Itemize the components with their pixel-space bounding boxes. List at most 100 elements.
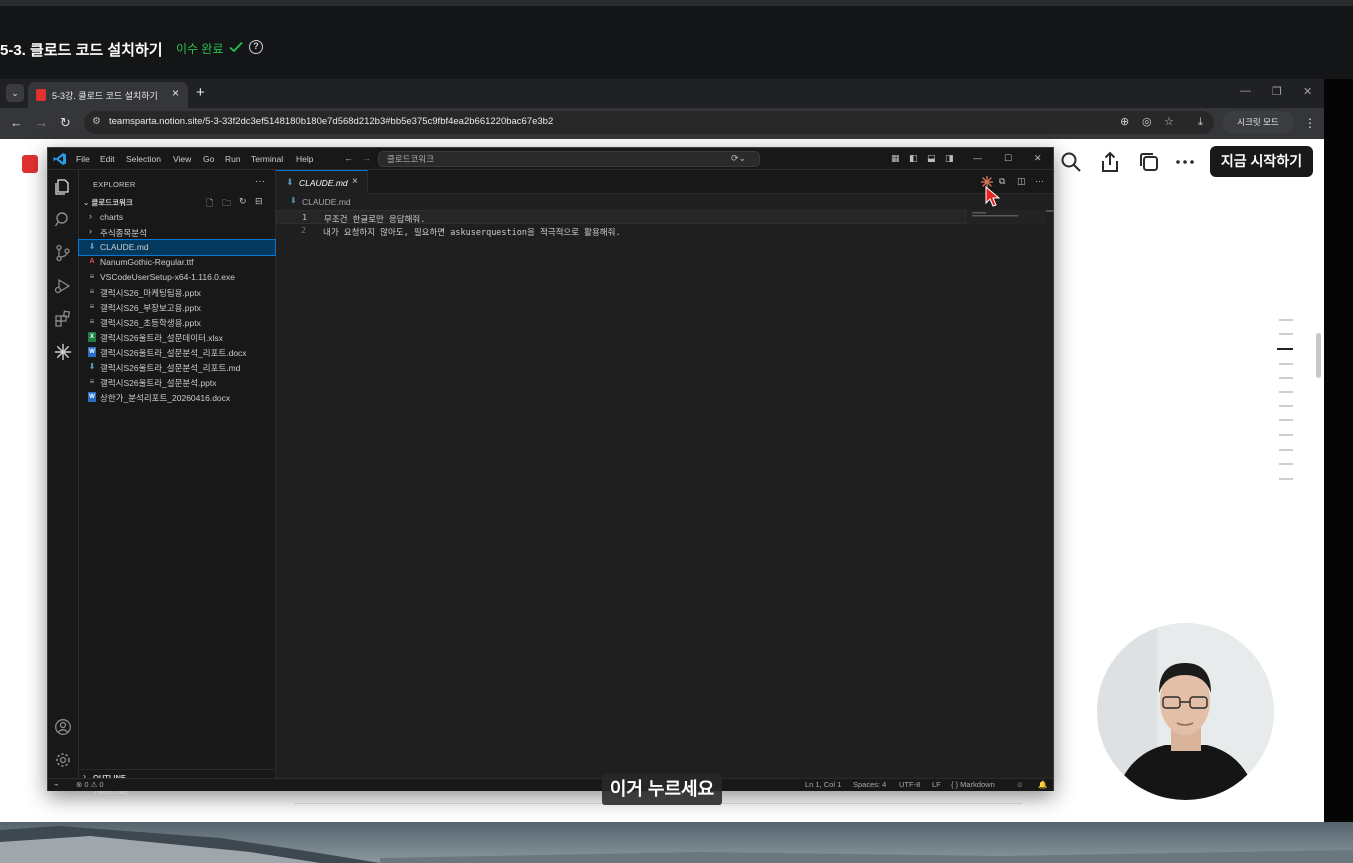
toc-item[interactable]	[1279, 319, 1293, 321]
tree-file[interactable]: ≡ 갤럭시S26울트라_설문분석.pptx	[79, 375, 275, 390]
collapse-all-icon[interactable]: ⊟	[255, 196, 263, 207]
scrollbar-thumb[interactable]	[1316, 333, 1321, 378]
search-icon[interactable]	[1059, 150, 1083, 174]
minimap[interactable]	[966, 210, 1046, 224]
eye-off-icon[interactable]: ◎	[1142, 115, 1152, 128]
toc-item[interactable]	[1279, 363, 1293, 365]
split-editor-icon[interactable]: ◫	[1017, 176, 1026, 187]
forward-icon[interactable]: →	[35, 115, 48, 130]
toc-item[interactable]	[1279, 449, 1293, 451]
command-center[interactable]: 클로드코워크	[378, 151, 760, 167]
toc-item[interactable]	[1279, 391, 1293, 393]
bookmark-star-icon[interactable]: ☆	[1164, 115, 1174, 128]
copilot-icon[interactable]: ⟳⌄	[731, 153, 746, 164]
code-editor[interactable]: 1 무조건 한글로만 응답해줘. 2 내가 요청하지 않아도, 필요하면 ask…	[276, 210, 1053, 710]
page-scrollbar[interactable]	[1314, 179, 1322, 822]
refresh-icon[interactable]: ↻	[239, 196, 247, 207]
toc-item[interactable]	[1279, 463, 1293, 465]
toc-item[interactable]	[1279, 478, 1293, 480]
nav-forward-icon[interactable]: →	[362, 153, 371, 163]
browser-tab-active[interactable]: 5-3강. 클로드 코드 설치하기 ×	[28, 82, 188, 108]
site-info-icon[interactable]: ⚙	[92, 116, 104, 128]
encoding[interactable]: UTF-8	[899, 780, 920, 789]
notifications-bell-icon[interactable]: 🔔	[1038, 780, 1047, 789]
tree-folder-stock[interactable]: › 주식종목분석	[79, 225, 275, 240]
menu-go[interactable]: Go	[203, 154, 214, 164]
code-line[interactable]: 2 내가 요청하지 않아도, 필요하면 askuserquestion을 적극적…	[276, 224, 966, 238]
url-text[interactable]: teamsparta.notion.site/5-3-33f2dc3ef5148…	[109, 116, 553, 127]
editor-scrollbar[interactable]	[1046, 210, 1053, 212]
address-bar[interactable]: ⚙ teamsparta.notion.site/5-3-33f2dc3ef51…	[84, 111, 1214, 134]
start-now-button[interactable]: 지금 시작하기	[1210, 146, 1313, 177]
extensions-icon[interactable]	[54, 310, 72, 328]
vs-maximize-icon[interactable]: ☐	[1004, 153, 1012, 164]
vs-close-icon[interactable]: ✕	[1034, 153, 1042, 164]
back-icon[interactable]: ←	[10, 115, 23, 130]
browser-menu-icon[interactable]: ⋮	[1304, 116, 1316, 130]
vs-minimize-icon[interactable]: —	[973, 153, 982, 163]
menu-view[interactable]: View	[173, 154, 191, 164]
toc-item[interactable]	[1279, 434, 1293, 436]
toc-item[interactable]	[1279, 333, 1293, 335]
tree-file-font[interactable]: A NanumGothic-Regular.ttf	[79, 255, 275, 270]
indentation[interactable]: Spaces: 4	[853, 780, 886, 789]
tree-file[interactable]: X 갤럭시S26울트라_설문데이터.xlsx	[79, 330, 275, 345]
copilot-status-icon[interactable]: ☺	[1016, 780, 1024, 789]
close-window-icon[interactable]: ✕	[1303, 85, 1312, 98]
editor-tab-claude-md[interactable]: ⬇ CLAUDE.md ×	[276, 170, 368, 194]
tab-close-icon[interactable]: ×	[352, 176, 358, 187]
menu-terminal[interactable]: Terminal	[251, 154, 283, 164]
cursor-position[interactable]: Ln 1, Col 1	[805, 780, 841, 789]
toggle-panel-icon[interactable]: ⬓	[927, 153, 936, 164]
menu-edit[interactable]: Edit	[100, 154, 115, 164]
menu-run[interactable]: Run	[225, 154, 241, 164]
new-tab-icon[interactable]: +	[196, 84, 205, 101]
tree-file[interactable]: ≡ VSCodeUserSetup-x64-1.116.0.exe	[79, 270, 275, 285]
tab-search-chevron-icon[interactable]: ⌄	[6, 84, 24, 102]
explorer-more-icon[interactable]: ···	[255, 176, 265, 187]
tree-file[interactable]: ≡ 갤럭시S26_초등학생용.pptx	[79, 315, 275, 330]
remote-icon[interactable]: ⌁	[54, 780, 59, 789]
nav-back-icon[interactable]: ←	[344, 153, 353, 163]
help-circle-icon[interactable]: ?	[249, 40, 263, 54]
reload-icon[interactable]: ↻	[60, 115, 71, 131]
toc-item-active[interactable]	[1277, 348, 1293, 350]
explorer-files-icon[interactable]	[54, 178, 72, 196]
download-icon[interactable]: ⤓	[1198, 116, 1203, 129]
language-mode[interactable]: { } Markdown	[951, 780, 995, 789]
menu-file[interactable]: File	[76, 154, 90, 164]
incognito-mode-button[interactable]: 시크릿 모드	[1222, 111, 1294, 134]
editor-more-icon[interactable]: ···	[1035, 176, 1044, 186]
menu-selection[interactable]: Selection	[126, 154, 161, 164]
tree-file[interactable]: W 상한가_분석리포트_20260416.docx	[79, 390, 275, 405]
search-icon[interactable]	[54, 211, 72, 229]
accounts-icon[interactable]	[54, 718, 72, 736]
duplicate-icon[interactable]	[1137, 150, 1161, 174]
toggle-secondary-sidebar-icon[interactable]: ◨	[945, 153, 954, 164]
minimize-icon[interactable]: —	[1240, 85, 1251, 97]
tree-file-claude-md[interactable]: ⬇ CLAUDE.md	[78, 239, 276, 256]
breadcrumb-item[interactable]: CLAUDE.md	[302, 197, 351, 207]
claude-spark-icon[interactable]	[54, 343, 72, 361]
run-debug-icon[interactable]	[54, 277, 72, 295]
tree-file[interactable]: W 갤럭시S26울트라_설문분석_리포트.docx	[79, 345, 275, 360]
restore-icon[interactable]: ❐	[1272, 85, 1282, 98]
source-control-icon[interactable]	[54, 244, 72, 262]
end-of-line[interactable]: LF	[932, 780, 941, 789]
tree-file[interactable]: ⬇ 갤럭시S26울트라_설문분석_리포트.md	[79, 360, 275, 375]
tree-file[interactable]: ≡ 갤럭시S26_부장보고용.pptx	[79, 300, 275, 315]
settings-gear-icon[interactable]	[54, 751, 72, 769]
tab-close-icon[interactable]: ×	[172, 86, 179, 100]
toc-item[interactable]	[1279, 405, 1293, 407]
toc-item[interactable]	[1279, 419, 1293, 421]
customize-layout-icon[interactable]: ▦	[891, 153, 900, 164]
code-line[interactable]: 1 무조건 한글로만 응답해줘.	[276, 210, 966, 225]
share-icon[interactable]	[1098, 150, 1122, 174]
toggle-sidebar-icon[interactable]: ◧	[909, 153, 918, 164]
problems-count[interactable]: ⊗ 0 ⚠ 0	[76, 780, 104, 789]
toc-item[interactable]	[1279, 377, 1293, 379]
tree-folder-charts[interactable]: › charts	[79, 210, 275, 225]
tree-file[interactable]: ≡ 갤럭시S26_마케팅팀용.pptx	[79, 285, 275, 300]
zoom-icon[interactable]: ⊕	[1120, 115, 1129, 128]
more-icon[interactable]	[1173, 150, 1197, 174]
